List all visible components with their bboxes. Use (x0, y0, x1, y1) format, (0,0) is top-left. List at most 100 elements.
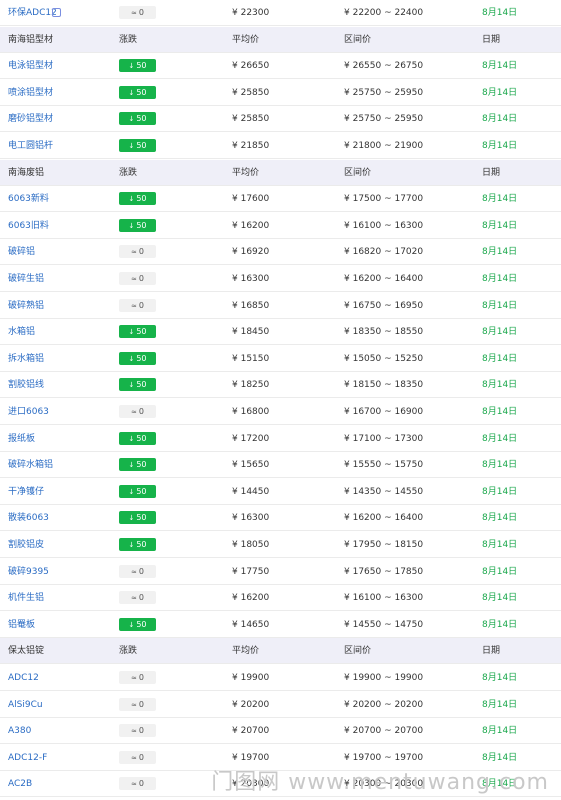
product-name-link[interactable]: 铝罨板 (8, 612, 35, 638)
change-flat-badge: ≈0 (119, 245, 156, 259)
price-date: 8月14日 (482, 274, 518, 284)
flat-trend-icon: ≈ (131, 700, 137, 709)
price-range: ¥ 26550 ~ 26750 (344, 61, 424, 72)
table-row: ADC12 ≈0 ¥ 19900 ¥ 19900 ~ 19900 8月14日 (0, 665, 561, 691)
price-date: 8月14日 (482, 460, 518, 471)
product-name-link[interactable]: 破碎铝 (8, 239, 35, 265)
product-name-link[interactable]: 破碎熟铝 (8, 293, 44, 319)
change-value: 50 (136, 486, 147, 496)
table-row: 机件生铝 ≈0 ¥ 16200 ¥ 16100 ~ 16300 8月14日 (0, 585, 561, 612)
table-row: 铝罨板 ↓ 50 ¥ 14650 ¥ 14550 ~ 14750 8月14日 (0, 612, 561, 638)
product-name-link[interactable]: 电泳铝型材 (8, 53, 53, 79)
price-range: ¥ 17500 ~ 17700 (344, 194, 424, 205)
product-name-link[interactable]: 电工圆铝杆 (8, 133, 53, 159)
product-name-link[interactable]: 环保ADC12 (8, 0, 57, 26)
price-date: 8月14日 (482, 87, 518, 98)
arrow-icon: ↓ (128, 381, 135, 390)
flat-trend-icon: ≈ (131, 301, 137, 310)
price-date: 8月14日 (482, 726, 518, 737)
section-header-row: 南海废铝 涨跌 平均价 区间价 日期 (0, 159, 561, 186)
change-flat-badge: ≈0 (119, 697, 156, 711)
change-value: 0 (138, 779, 144, 789)
product-name-link[interactable]: 水箱铝 (8, 319, 35, 345)
change-up-badge: ↓ 50 (119, 218, 156, 232)
product-name-link[interactable]: 破碎水箱铝 (8, 452, 53, 478)
change-value: 0 (138, 673, 144, 682)
product-name-link[interactable]: 散装6063 (8, 505, 49, 531)
product-name-link[interactable]: ADC12 (8, 665, 39, 691)
change-up-badge: ↓ 50 (119, 192, 156, 206)
arrow-icon: ↓ (128, 354, 135, 363)
certified-icon (52, 8, 61, 17)
product-name-link[interactable]: 报纸板 (8, 426, 35, 452)
change-up-badge: ↓ 50 (119, 484, 156, 498)
product-name-link[interactable]: 6063旧料 (8, 213, 49, 239)
change-cell: ≈0 (119, 692, 156, 718)
flat-trend-icon: ≈ (131, 780, 137, 789)
table-row: 破碎生铝 ≈0 ¥ 16300 ¥ 16200 ~ 16400 8月14日 (0, 266, 561, 292)
avg-column-header: 平均价 (232, 34, 260, 45)
change-cell: ≈0 (119, 266, 156, 292)
product-name-link[interactable]: 磨砂铝型材 (8, 106, 53, 132)
price-date: 8月14日 (482, 327, 518, 338)
change-value: 50 (136, 87, 147, 97)
flat-trend-icon: ≈ (131, 594, 137, 603)
change-value: 0 (138, 566, 144, 576)
price-date: 8月14日 (482, 486, 518, 497)
change-cell: ↓ 50 (119, 479, 156, 505)
flat-trend-icon: ≈ (131, 9, 137, 17)
product-name-link[interactable]: AlSi9Cu (8, 692, 43, 718)
arrow-icon: ↓ (128, 62, 135, 71)
product-name-link[interactable]: 割胶铝皮 (8, 532, 44, 558)
average-price: ¥ 17750 (232, 566, 270, 577)
change-value: 50 (136, 114, 147, 124)
product-name-link[interactable]: 6063新料 (8, 186, 49, 212)
change-value: 50 (136, 460, 147, 470)
product-name-link[interactable]: AC2B (8, 771, 32, 797)
flat-trend-icon: ≈ (131, 275, 137, 283)
product-name-link[interactable]: 拆水箱铝 (8, 346, 44, 372)
average-price: ¥ 18050 (232, 540, 270, 550)
arrow-icon: ↓ (128, 195, 135, 204)
average-price: ¥ 16200 (232, 593, 270, 604)
product-name-link[interactable]: 破碎生铝 (8, 266, 44, 292)
product-name-link[interactable]: 机件生铝 (8, 585, 44, 611)
average-price: ¥ 16920 (232, 247, 270, 258)
flat-trend-icon: ≈ (131, 674, 137, 682)
change-up-badge: ↓ 50 (119, 458, 156, 472)
change-cell: ↓ 50 (119, 452, 156, 478)
change-value: 0 (138, 274, 144, 283)
date-column-header: 日期 (482, 34, 501, 45)
arrow-icon: ↓ (128, 221, 135, 230)
average-price: ¥ 15150 (232, 353, 270, 364)
arrow-icon: ↓ (128, 620, 135, 629)
table-row: AlSi9Cu ≈0 ¥ 20200 ¥ 20200 ~ 20200 8月14日 (0, 692, 561, 718)
product-name-link[interactable]: 破碎9395 (8, 559, 49, 585)
average-price: ¥ 18250 (232, 380, 270, 391)
arrow-icon: ↓ (128, 142, 135, 150)
price-range: ¥ 16700 ~ 16900 (344, 407, 424, 417)
price-date: 8月14日 (482, 407, 518, 417)
date-column-header: 日期 (482, 167, 501, 178)
arrow-icon: ↓ (128, 514, 135, 523)
product-name-link[interactable]: 干净镬仔 (8, 479, 44, 505)
average-price: ¥ 16300 (232, 513, 270, 524)
change-cell: ↓ 50 (119, 213, 156, 239)
change-flat-badge: ≈0 (119, 298, 156, 312)
price-range: ¥ 21800 ~ 21900 (344, 141, 424, 151)
price-date: 8月14日 (482, 433, 518, 444)
product-name-link[interactable]: 进口6063 (8, 399, 49, 425)
product-name-link[interactable]: A380 (8, 718, 31, 744)
section-title: 保太铝锭 (8, 646, 45, 657)
product-name-link[interactable]: ADC12-F (8, 745, 47, 771)
product-name-link[interactable]: 喷涂铝型材 (8, 80, 53, 106)
average-price: ¥ 16300 (232, 274, 270, 284)
change-cell: ↓ 50 (119, 532, 156, 558)
flat-trend-icon: ≈ (131, 727, 137, 736)
product-name-link[interactable]: 割胶铝线 (8, 372, 44, 398)
section-header-row: 保太铝锭 涨跌 平均价 区间价 日期 (0, 638, 561, 665)
price-range: ¥ 16100 ~ 16300 (344, 593, 424, 604)
average-price: ¥ 16800 (232, 407, 270, 417)
watermark: 门图网 www.mentuwang.com (211, 770, 549, 795)
change-flat-badge: ≈0 (119, 777, 156, 791)
